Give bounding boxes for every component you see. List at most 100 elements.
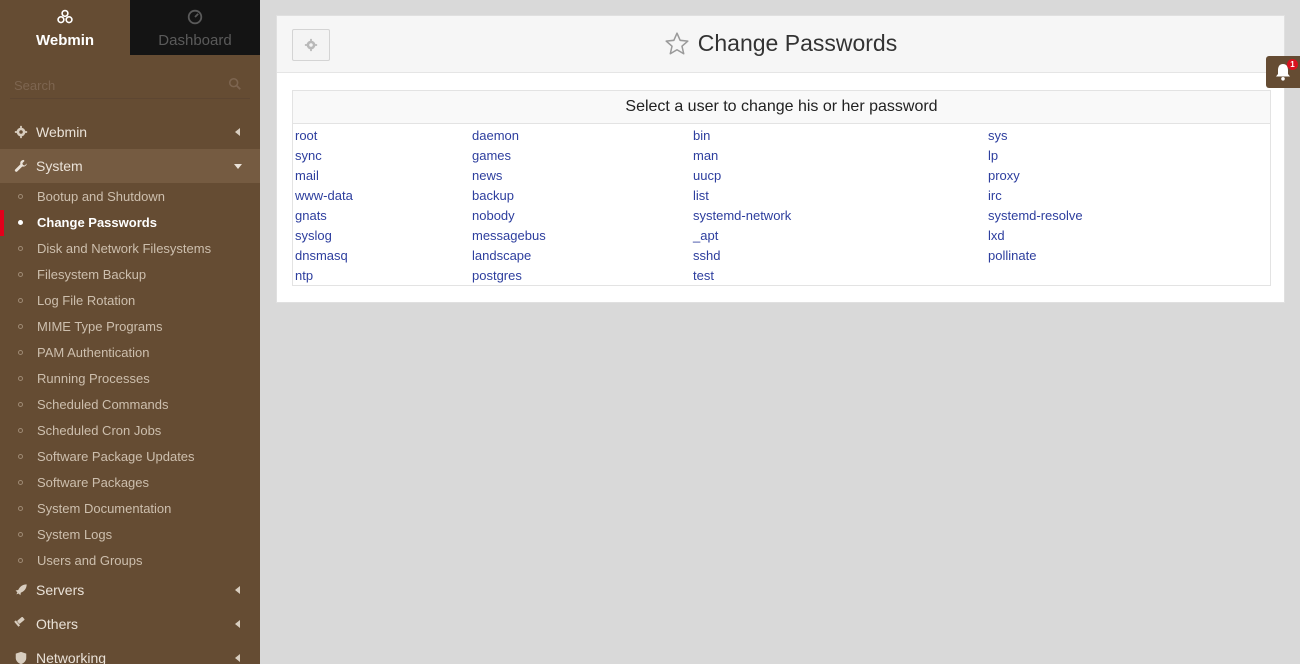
user-link[interactable]: test	[693, 268, 714, 283]
user-link[interactable]: nobody	[472, 208, 515, 223]
search-icon[interactable]	[228, 77, 242, 91]
sidebar-item-label: Software Packages	[37, 474, 150, 490]
sidebar-section-others[interactable]: Others	[0, 607, 260, 641]
sidebar-section-label: Servers	[36, 582, 85, 598]
bullet-icon	[18, 453, 23, 459]
user-link[interactable]: list	[693, 188, 709, 203]
user-link[interactable]: dnsmasq	[295, 248, 348, 263]
user-link[interactable]: www-data	[295, 188, 353, 203]
top-tabs: Webmin Dashboard	[0, 0, 260, 55]
user-link[interactable]: lxd	[988, 228, 1005, 243]
sidebar-section-system[interactable]: System	[0, 149, 260, 183]
sidebar-item-label: Bootup and Shutdown	[37, 188, 165, 204]
sidebar-item-log-file-rotation[interactable]: Log File Rotation	[0, 287, 260, 313]
sidebar-item-scheduled-cron-jobs[interactable]: Scheduled Cron Jobs	[0, 417, 260, 443]
user-link[interactable]: lp	[988, 148, 998, 163]
bullet-icon	[18, 271, 23, 277]
user-link[interactable]: proxy	[988, 168, 1020, 183]
rocket-icon	[15, 584, 27, 596]
user-link[interactable]: _apt	[693, 228, 718, 243]
user-link[interactable]: sync	[295, 148, 322, 163]
user-link[interactable]: irc	[988, 188, 1002, 203]
bullet-icon	[18, 479, 23, 485]
sidebar-item-disk-and-network-filesystems[interactable]: Disk and Network Filesystems	[0, 235, 260, 261]
user-link[interactable]: games	[472, 148, 511, 163]
user-link[interactable]: uucp	[693, 168, 721, 183]
sidebar-item-label: Software Package Updates	[37, 448, 195, 464]
user-link[interactable]: mail	[295, 168, 319, 183]
user-link[interactable]: gnats	[295, 208, 327, 223]
user-link[interactable]: backup	[472, 188, 514, 203]
sidebar-item-label: System Logs	[37, 526, 113, 542]
sidebar-item-label: Change Passwords	[37, 214, 157, 230]
tab-dashboard-label: Dashboard	[158, 32, 232, 49]
user-link[interactable]: messagebus	[472, 228, 546, 243]
gear-icon	[14, 125, 28, 139]
page-title: Change Passwords	[697, 30, 898, 56]
sidebar-item-label: Running Processes	[37, 370, 150, 386]
caret-left-icon	[235, 654, 240, 662]
bullet-icon	[18, 531, 23, 537]
page-title-wrap: Change Passwords	[277, 30, 1284, 57]
user-link[interactable]: man	[693, 148, 718, 163]
sidebar-item-label: System Documentation	[37, 500, 172, 516]
tab-webmin[interactable]: Webmin	[0, 0, 130, 55]
user-link[interactable]: daemon	[472, 128, 519, 143]
bullet-icon	[18, 427, 23, 433]
caret-left-icon	[235, 586, 240, 594]
sidebar-item-software-package-updates[interactable]: Software Package Updates	[0, 443, 260, 469]
user-link[interactable]: systemd-network	[693, 208, 791, 223]
sidebar-item-pam-authentication[interactable]: PAM Authentication	[0, 339, 260, 365]
panel-header: Change Passwords	[277, 16, 1284, 73]
sidebar-item-system-logs[interactable]: System Logs	[0, 521, 260, 547]
notifications-button[interactable]: 1	[1266, 56, 1300, 88]
sidebar-item-software-packages[interactable]: Software Packages	[0, 469, 260, 495]
user-link[interactable]: news	[472, 168, 502, 183]
sidebar-item-bootup-and-shutdown[interactable]: Bootup and Shutdown	[0, 183, 260, 209]
sidebar-item-label: MIME Type Programs	[37, 318, 163, 334]
bullet-icon	[18, 557, 23, 563]
sidebar-item-change-passwords[interactable]: Change Passwords	[0, 209, 260, 235]
sidebar-item-label: Disk and Network Filesystems	[37, 240, 212, 256]
sidebar-item-label: Log File Rotation	[37, 292, 136, 308]
sidebar-item-label: Scheduled Cron Jobs	[37, 422, 162, 438]
user-link[interactable]: pollinate	[988, 248, 1036, 263]
caret-down-icon	[234, 164, 242, 169]
sidebar-item-label: Users and Groups	[37, 552, 143, 568]
sidebar-item-running-processes[interactable]: Running Processes	[0, 365, 260, 391]
sidebar-section-webmin[interactable]: Webmin	[0, 115, 260, 149]
star-icon[interactable]	[664, 31, 690, 57]
user-link[interactable]: ntp	[295, 268, 313, 283]
user-link[interactable]: sys	[988, 128, 1008, 143]
sidebar-item-label: PAM Authentication	[37, 344, 150, 360]
user-link[interactable]: postgres	[472, 268, 522, 283]
notification-count-badge: 1	[1287, 59, 1298, 70]
bullet-icon	[18, 193, 23, 199]
bullet-icon	[18, 219, 23, 225]
tab-dashboard[interactable]: Dashboard	[130, 0, 260, 55]
sidebar-item-mime-type-programs[interactable]: MIME Type Programs	[0, 313, 260, 339]
sidebar-item-scheduled-commands[interactable]: Scheduled Commands	[0, 391, 260, 417]
search-input[interactable]	[10, 73, 250, 97]
sidebar-item-filesystem-backup[interactable]: Filesystem Backup	[0, 261, 260, 287]
user-link[interactable]: bin	[693, 128, 710, 143]
sidebar-section-networking[interactable]: Networking	[0, 641, 260, 664]
hammer-icon	[14, 617, 25, 627]
user-link[interactable]: syslog	[295, 228, 332, 243]
user-link[interactable]: systemd-resolve	[988, 208, 1083, 223]
dashboard-gauge-icon	[187, 9, 203, 25]
user-link[interactable]: landscape	[472, 248, 531, 263]
wrench-icon	[14, 159, 27, 172]
sidebar-section-label: System	[36, 158, 83, 174]
main-panel: Change Passwords Select a user to change…	[276, 15, 1285, 303]
bullet-icon	[18, 323, 23, 329]
sidebar-item-system-documentation[interactable]: System Documentation	[0, 495, 260, 521]
user-link[interactable]: sshd	[693, 248, 720, 263]
sidebar-section-servers[interactable]: Servers	[0, 573, 260, 607]
sidebar-item-users-and-groups[interactable]: Users and Groups	[0, 547, 260, 573]
sidebar-search	[10, 73, 250, 99]
sidebar-item-label: Scheduled Commands	[37, 396, 169, 412]
bullet-icon	[18, 401, 23, 407]
bullet-icon	[18, 297, 23, 303]
user-link[interactable]: root	[295, 128, 317, 143]
